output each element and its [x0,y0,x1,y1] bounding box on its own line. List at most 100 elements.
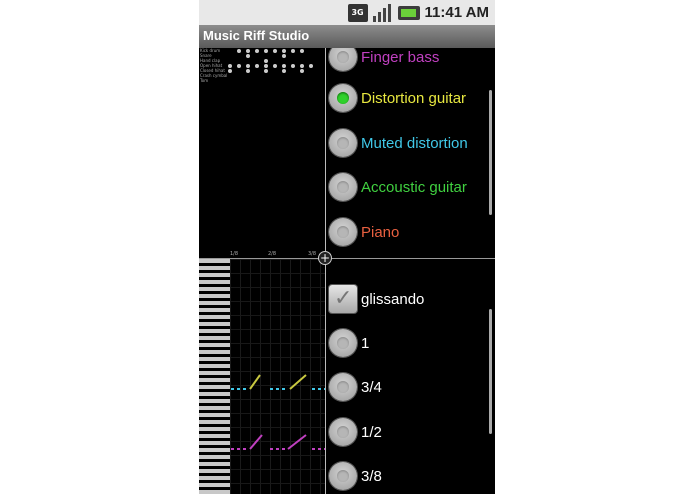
instrument-item-distortion-guitar[interactable]: Distortion guitar [326,76,495,120]
piano-key[interactable] [199,455,230,459]
drum-step[interactable] [246,64,250,68]
piano-key[interactable] [199,420,230,424]
drum-step[interactable] [264,59,268,63]
piano-keyboard[interactable] [199,259,230,494]
drum-pattern-pane[interactable]: Kick drum Snare Hand clap Open hihat Closed … [199,48,325,255]
drum-step[interactable] [246,49,250,53]
drum-step[interactable] [300,64,304,68]
piano-key[interactable] [199,490,230,494]
glissando-checkbox[interactable]: ✓ [329,285,357,313]
checkmark-icon: ✓ [334,286,353,311]
piano-key[interactable] [199,483,230,487]
drum-step[interactable] [255,49,259,53]
drum-step[interactable] [246,54,250,58]
drum-instrument-label: Tom [200,78,209,83]
piano-key[interactable] [199,399,230,403]
radio-button[interactable] [329,173,357,201]
drum-step[interactable] [291,49,295,53]
instrument-label: Accoustic guitar [361,178,467,196]
instrument-list-scrollbar[interactable] [489,90,492,215]
piano-key[interactable] [199,287,230,291]
radio-button-selected[interactable] [329,84,357,112]
drum-step[interactable] [228,64,232,68]
piano-key[interactable] [199,378,230,382]
drum-step[interactable] [264,49,268,53]
note[interactable] [289,374,307,390]
drum-step[interactable] [282,69,286,73]
piano-key[interactable] [199,259,230,263]
duration-option-3-4[interactable]: 3/4 [326,365,495,409]
piano-key[interactable] [199,266,230,270]
piano-key[interactable] [199,476,230,480]
piano-key[interactable] [199,280,230,284]
piano-key[interactable] [199,322,230,326]
radio-button[interactable] [329,418,357,446]
drum-step[interactable] [300,69,304,73]
note[interactable] [249,434,263,450]
radio-button[interactable] [329,462,357,490]
drum-step[interactable] [300,49,304,53]
piano-key[interactable] [199,273,230,277]
radio-button[interactable] [329,218,357,246]
title-bar: Music Riff Studio [199,25,495,48]
drum-step[interactable] [228,69,232,73]
duration-option-3-8[interactable]: 3/8 [326,454,495,494]
note[interactable] [287,434,307,450]
drum-step[interactable] [255,64,259,68]
piano-key[interactable] [199,441,230,445]
piano-key[interactable] [199,448,230,452]
drum-step[interactable] [264,69,268,73]
piano-key[interactable] [199,357,230,361]
instrument-item-accoustic-guitar[interactable]: Accoustic guitar [326,165,495,209]
drum-step[interactable] [309,64,313,68]
piano-key[interactable] [199,385,230,389]
drum-step[interactable] [282,49,286,53]
instrument-item-muted-distortion[interactable]: Muted distortion [326,121,495,165]
radio-button[interactable] [329,329,357,357]
piano-key[interactable] [199,343,230,347]
drum-step-grid[interactable] [228,48,323,78]
duration-option-1-2[interactable]: 1/2 [326,410,495,454]
note-option-list[interactable]: ✓ glissando 1 3/4 1/2 3/8 [326,259,495,494]
piano-key[interactable] [199,462,230,466]
piano-key[interactable] [199,308,230,312]
piano-key[interactable] [199,301,230,305]
drum-step[interactable] [264,64,268,68]
duration-option-1[interactable]: 1 [326,321,495,365]
piano-key[interactable] [199,336,230,340]
glissando-option[interactable]: ✓ glissando [326,277,495,321]
piano-roll-pane[interactable]: 1/8 2/8 3/8 [199,251,325,494]
piano-key[interactable] [199,392,230,396]
drum-step[interactable] [237,64,241,68]
note[interactable] [249,374,261,390]
radio-button[interactable] [329,48,357,71]
instrument-item-finger-bass[interactable]: Finger bass [326,48,495,79]
piano-key[interactable] [199,329,230,333]
radio-button[interactable] [329,129,357,157]
piano-key[interactable] [199,406,230,410]
drum-step[interactable] [282,64,286,68]
drum-step[interactable] [237,49,241,53]
radio-button[interactable] [329,373,357,401]
piano-key[interactable] [199,294,230,298]
instrument-label: Piano [361,223,400,241]
piano-key[interactable] [199,434,230,438]
piano-roll-grid[interactable] [230,259,325,494]
instrument-list[interactable]: Finger bass Distortion guitar Muted dist… [326,48,495,258]
drum-step[interactable] [273,49,277,53]
drum-step[interactable] [273,64,277,68]
piano-key[interactable] [199,350,230,354]
piano-key[interactable] [199,413,230,417]
piano-key[interactable] [199,371,230,375]
instrument-label: Distortion guitar [361,89,467,107]
piano-key[interactable] [199,364,230,368]
instrument-item-piano[interactable]: Piano [326,210,495,254]
piano-key[interactable] [199,469,230,473]
option-label: 1 [361,334,370,352]
piano-key[interactable] [199,427,230,431]
drum-step[interactable] [246,69,250,73]
option-list-scrollbar[interactable] [489,309,492,434]
drum-step[interactable] [291,64,295,68]
piano-key[interactable] [199,315,230,319]
drum-step[interactable] [282,54,286,58]
